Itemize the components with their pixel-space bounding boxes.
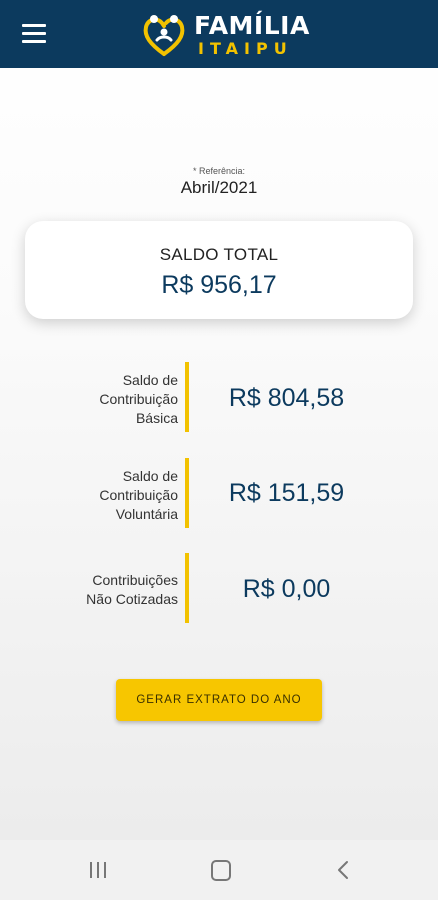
recent-apps-icon[interactable] — [88, 860, 108, 880]
saldo-total-title: SALDO TOTAL — [159, 245, 279, 264]
reference-value: Abril/2021 — [180, 178, 258, 197]
gerar-extrato-button[interactable]: GERAR EXTRATO DO ANO — [116, 679, 322, 721]
family-heart-icon — [143, 15, 185, 56]
balance-row-value: R$ 0,00 — [242, 575, 331, 603]
label-line: Voluntária — [115, 506, 178, 522]
app-bar: FAMÍLIA ITAIPU — [0, 0, 438, 68]
label-line: Contribuições — [92, 572, 178, 588]
balance-row-label: Saldo de Contribuição Voluntária — [38, 467, 178, 524]
saldo-total-card: SALDO TOTAL R$ 956,17 — [25, 221, 413, 319]
familia-itaipu-logo: FAMÍLIA ITAIPU — [140, 10, 310, 60]
reference-label: * Referência: — [192, 166, 246, 176]
balance-row-basica: Saldo de Contribuição Básica R$ 804,58 — [0, 362, 438, 432]
label-line: Contribuição — [99, 487, 178, 503]
balance-row-value: R$ 804,58 — [228, 384, 345, 412]
balance-row-label: Saldo de Contribuição Básica — [38, 371, 178, 428]
label-line: Saldo de — [122, 468, 178, 484]
balance-row-nao-cotizadas: Contribuições Não Cotizadas R$ 0,00 — [0, 553, 438, 623]
label-line: Saldo de — [122, 372, 178, 388]
back-icon[interactable] — [335, 860, 351, 880]
label-line: Contribuição — [99, 391, 178, 407]
logo-word: FAMÍLIA — [194, 11, 310, 40]
balance-row-label: Contribuições Não Cotizadas — [38, 571, 178, 609]
balance-row-value: R$ 151,59 — [228, 479, 345, 507]
system-nav-bar — [0, 840, 438, 900]
saldo-total-value: R$ 956,17 — [161, 271, 277, 299]
balance-row-voluntaria: Saldo de Contribuição Voluntária R$ 151,… — [0, 458, 438, 528]
label-line: Não Cotizadas — [86, 591, 178, 607]
hamburger-menu-icon[interactable] — [22, 24, 46, 44]
logo-subtitle: ITAIPU — [198, 39, 293, 58]
label-line: Básica — [135, 410, 178, 426]
home-icon[interactable] — [211, 860, 231, 881]
